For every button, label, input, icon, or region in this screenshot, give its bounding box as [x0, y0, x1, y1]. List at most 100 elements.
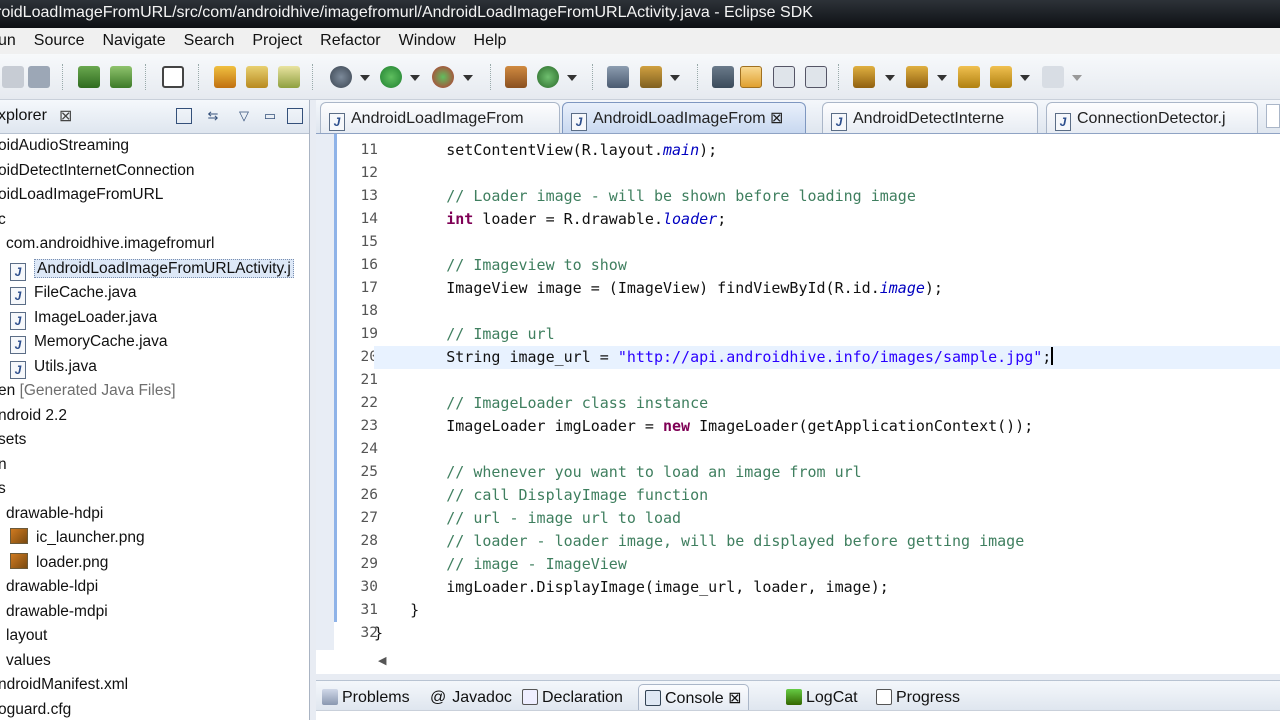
tree-item-folder[interactable]: drawable-hdpi — [0, 502, 103, 526]
chevron-down-icon[interactable] — [567, 75, 577, 81]
run-external-icon[interactable] — [432, 66, 454, 88]
tree-item-label: drawable-mdpi — [6, 603, 108, 620]
tree-item-java-file[interactable]: J AndroidLoadImageFromURLActivity.j — [10, 257, 294, 281]
tree-item[interactable]: ndroidManifest.xml — [0, 673, 128, 697]
tree-item-png[interactable]: ic_launcher.png — [10, 526, 145, 550]
editor-tab-active[interactable]: J AndroidLoadImageFrom ⊠ — [562, 102, 806, 133]
chevron-down-icon[interactable] — [1072, 75, 1082, 81]
view-menu-icon[interactable]: ▽ — [236, 108, 252, 124]
toolbar-separator — [838, 64, 840, 90]
chevron-down-icon[interactable] — [463, 75, 473, 81]
tree-item[interactable]: s — [0, 477, 6, 501]
new-class-icon[interactable] — [278, 66, 300, 88]
menu-help[interactable]: Help — [474, 32, 507, 50]
menu-run[interactable]: un — [0, 32, 16, 50]
tab-javadoc[interactable]: @ Javadoc — [430, 684, 512, 711]
maximize-icon[interactable] — [287, 108, 303, 124]
horizontal-scrollbar[interactable]: ◀ — [316, 650, 1280, 674]
tree-item[interactable]: oidLoadImageFromURL — [0, 183, 163, 207]
tab-problems[interactable]: Problems — [322, 684, 410, 711]
close-icon[interactable]: ⊠ — [770, 110, 783, 127]
tree-item-gen[interactable]: en [Generated Java Files] — [0, 379, 176, 403]
menu-refactor[interactable]: Refactor — [320, 32, 380, 50]
chevron-down-icon[interactable] — [885, 75, 895, 81]
chevron-down-icon[interactable] — [670, 75, 680, 81]
debug-icon[interactable] — [330, 66, 352, 88]
editor-tab[interactable]: J AndroidDetectInterne — [822, 102, 1038, 133]
last-edit-icon[interactable] — [958, 66, 980, 88]
refresh-icon[interactable] — [537, 66, 559, 88]
tree-item-java-file[interactable]: J FileCache.java — [10, 281, 137, 305]
code-editor[interactable]: 11 12 13 14 15 16 17 18 19 20 21 22 23 24 25 26 27 28 29 30… — [316, 134, 1280, 674]
tree-item-folder[interactable]: drawable-mdpi — [0, 600, 108, 624]
new-java-project-icon[interactable] — [214, 66, 236, 88]
close-icon[interactable]: ⊠ — [59, 106, 72, 126]
checkbox-icon[interactable] — [162, 66, 184, 88]
new-icon[interactable] — [2, 66, 24, 88]
tab-logcat[interactable]: LogCat — [786, 684, 858, 711]
toolbar-separator — [62, 64, 64, 90]
tree-item-java-file[interactable]: J ImageLoader.java — [10, 306, 157, 330]
tree-item[interactable]: ndroid 2.2 — [0, 404, 67, 428]
close-icon[interactable]: ⊠ — [728, 690, 741, 707]
menu-project[interactable]: Project — [252, 32, 302, 50]
menu-window[interactable]: Window — [399, 32, 456, 50]
chevron-down-icon[interactable] — [937, 75, 947, 81]
back-icon[interactable] — [990, 66, 1012, 88]
android-sdk-icon[interactable] — [110, 66, 132, 88]
tab-console[interactable]: Console ⊠ — [638, 684, 749, 711]
print-icon[interactable] — [28, 66, 50, 88]
tree-item[interactable]: n — [0, 453, 7, 477]
scroll-left-icon[interactable]: ◀ — [378, 654, 386, 667]
link-with-editor-icon[interactable]: ⇆ — [205, 108, 221, 124]
tree-item-java-file[interactable]: J MemoryCache.java — [10, 330, 168, 354]
block-selection-icon[interactable] — [773, 66, 795, 88]
editor-tab[interactable]: J ConnectionDetector.j — [1046, 102, 1258, 133]
mark-occurrences-icon[interactable] — [740, 66, 762, 88]
search-icon[interactable] — [712, 66, 734, 88]
editor-tab-label: AndroidDetectInterne — [853, 110, 1005, 127]
java-file-icon: J — [1055, 113, 1071, 131]
tree-item-png[interactable]: loader.png — [10, 551, 108, 575]
open-type-icon[interactable] — [505, 66, 527, 88]
tab-label: Console — [665, 690, 724, 707]
tree-item-label: oidAudioStreaming — [0, 137, 129, 154]
expand-arrow-icon[interactable] — [0, 506, 3, 518]
pen-icon[interactable] — [640, 66, 662, 88]
console-area[interactable] — [316, 710, 1280, 720]
chevron-down-icon[interactable] — [1020, 75, 1030, 81]
tree-item[interactable]: c — [0, 208, 6, 232]
run-icon[interactable] — [380, 66, 402, 88]
tree-item-package[interactable]: com.androidhive.imagefromurl — [0, 232, 214, 256]
show-whitespace-icon[interactable] — [805, 66, 827, 88]
open-folder-icon[interactable] — [607, 66, 629, 88]
tree-item[interactable]: oguard.cfg — [0, 698, 71, 720]
new-junit-icon[interactable] — [246, 66, 268, 88]
tree-item-label: n — [0, 456, 7, 473]
tree-item-folder[interactable]: values — [0, 649, 51, 673]
code-line: } — [374, 601, 420, 619]
editor-tab[interactable]: J AndroidLoadImageFrom — [320, 102, 560, 133]
menu-source[interactable]: Source — [34, 32, 85, 50]
minimize-icon[interactable]: ▭ — [262, 108, 278, 124]
previous-annotation-icon[interactable] — [906, 66, 928, 88]
tree-item-folder[interactable]: drawable-ldpi — [0, 575, 98, 599]
tree-item[interactable]: sets — [0, 428, 26, 452]
code-line: // call DisplayImage function — [446, 486, 709, 504]
chevron-down-icon[interactable] — [360, 75, 370, 81]
next-annotation-icon[interactable] — [853, 66, 875, 88]
tree-item-folder[interactable]: layout — [0, 624, 47, 648]
tree-item[interactable]: oidDetectInternetConnection — [0, 159, 194, 183]
menu-navigate[interactable]: Navigate — [103, 32, 166, 50]
tab-progress[interactable]: Progress — [876, 684, 960, 711]
collapse-all-icon[interactable] — [176, 108, 192, 124]
menu-search[interactable]: Search — [184, 32, 235, 50]
tree-item-java-file[interactable]: J Utils.java — [10, 355, 97, 379]
tab-declaration[interactable]: Declaration — [522, 684, 623, 711]
forward-icon[interactable] — [1042, 66, 1064, 88]
chevron-down-icon[interactable] — [410, 75, 420, 81]
more-tabs-icon[interactable] — [1266, 104, 1280, 128]
toolbar-separator — [198, 64, 200, 90]
tree-item[interactable]: oidAudioStreaming — [0, 134, 129, 158]
download-icon[interactable] — [78, 66, 100, 88]
